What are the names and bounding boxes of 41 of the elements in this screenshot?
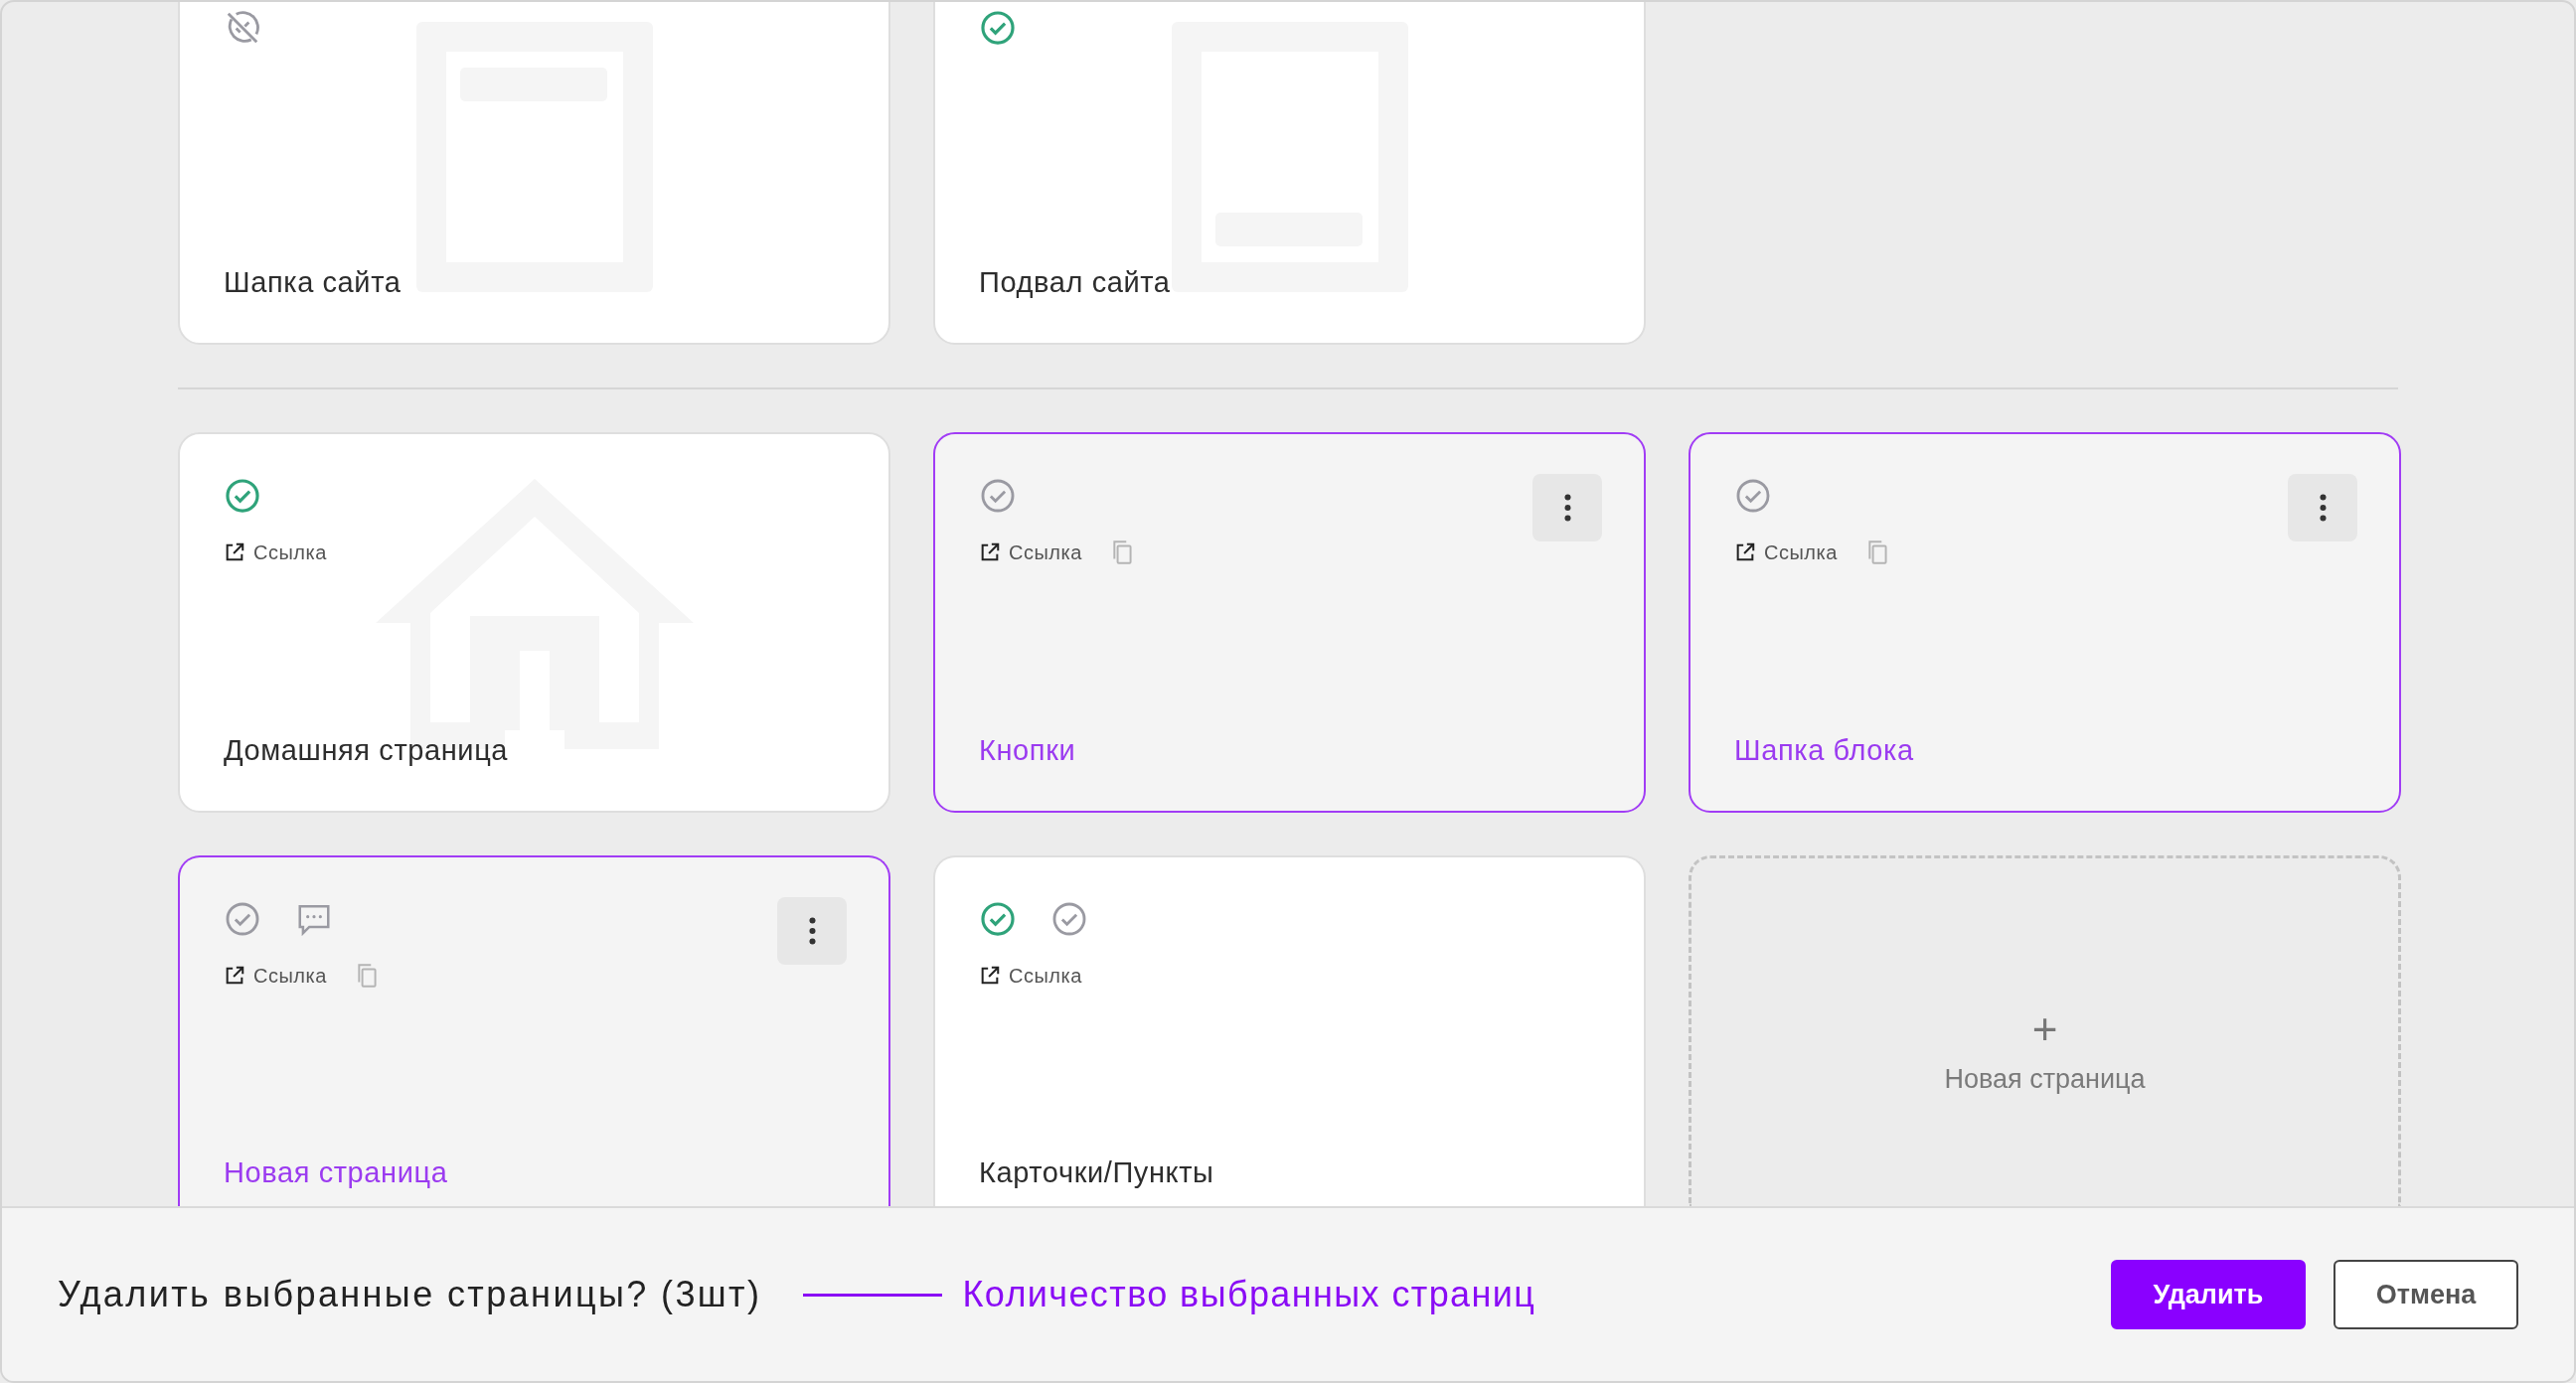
check-circle-icon bbox=[224, 477, 261, 515]
external-link-icon bbox=[979, 965, 1001, 987]
page-card[interactable]: Ссылка Шапка блока bbox=[1689, 432, 2401, 813]
link-button[interactable]: Ссылка bbox=[979, 538, 1082, 567]
external-link-icon bbox=[1734, 541, 1756, 563]
check-circle-icon bbox=[979, 9, 1017, 47]
page-title: Шапка блока bbox=[1734, 735, 1915, 767]
link-button[interactable]: Ссылка bbox=[1734, 538, 1838, 567]
delete-button[interactable]: Удалить bbox=[2111, 1260, 2306, 1329]
check-circle-icon bbox=[1050, 900, 1088, 938]
kebab-icon bbox=[2319, 494, 2327, 522]
more-button[interactable] bbox=[777, 897, 847, 965]
annotation-text: Количество выбранных страниц bbox=[962, 1273, 1536, 1316]
page-card[interactable]: Ссылка Новая страница bbox=[178, 855, 890, 1207]
page-card[interactable]: Ссылка Карточки/Пункты bbox=[933, 855, 1646, 1207]
check-circle-icon bbox=[224, 900, 261, 938]
check-circle-icon bbox=[979, 477, 1017, 515]
external-link-icon bbox=[224, 541, 245, 563]
more-button[interactable] bbox=[1532, 474, 1602, 541]
page-card[interactable]: Ссылка Кнопки bbox=[933, 432, 1646, 813]
page-card[interactable]: Подвал сайта bbox=[933, 2, 1646, 345]
link-button[interactable]: Ссылка bbox=[224, 961, 327, 991]
page-title: Кнопки bbox=[979, 735, 1077, 767]
page-title: Новая страница bbox=[224, 1157, 449, 1189]
page-title: Шапка сайта bbox=[224, 267, 402, 299]
check-circle-icon bbox=[1734, 477, 1772, 515]
page-card[interactable]: Ссылка Домашняя страница bbox=[178, 432, 890, 813]
link-button[interactable]: Ссылка bbox=[979, 961, 1082, 991]
confirm-question: Удалить выбранные страницы? (3шт) bbox=[58, 1273, 762, 1316]
page-title: Карточки/Пункты bbox=[979, 1157, 1215, 1189]
check-circle-icon bbox=[979, 900, 1017, 938]
external-link-icon bbox=[224, 965, 245, 987]
kebab-icon bbox=[808, 917, 816, 945]
cancel-button[interactable]: Отмена bbox=[2334, 1260, 2518, 1329]
kebab-icon bbox=[1563, 494, 1571, 522]
external-link-icon bbox=[979, 541, 1001, 563]
more-button[interactable] bbox=[2288, 474, 2357, 541]
page-title: Домашняя страница bbox=[224, 735, 510, 767]
link-button[interactable]: Ссылка bbox=[224, 538, 327, 567]
page-card[interactable]: Шапка сайта bbox=[178, 2, 890, 345]
page-title: Подвал сайта bbox=[979, 267, 1172, 299]
